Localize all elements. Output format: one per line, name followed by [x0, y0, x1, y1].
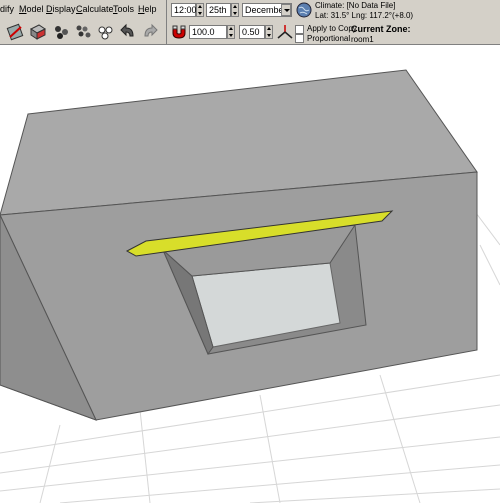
proportional-label: Proportional: [307, 34, 351, 43]
day-spinner[interactable]: [231, 3, 239, 17]
menu-help[interactable]: Help: [138, 4, 157, 14]
step-spinner[interactable]: [265, 25, 273, 39]
menu-calculate[interactable]: Calculate: [76, 4, 114, 14]
current-zone-heading: Current Zone:: [351, 24, 411, 34]
menu-display[interactable]: Display: [46, 4, 76, 14]
application-toolbar-area: dify Model Display Calculate Tools Help: [0, 0, 500, 44]
proportional-checkbox[interactable]: [295, 34, 304, 43]
cube-select-icon[interactable]: [28, 23, 48, 41]
3d-model-viewport[interactable]: [0, 44, 500, 503]
apply-to-copy-label: Apply to Copy: [307, 24, 357, 33]
menu-bar: dify Model Display Calculate Tools Help: [0, 0, 166, 20]
apply-to-copy-checkbox[interactable]: [295, 25, 304, 34]
menu-model[interactable]: Model: [19, 4, 44, 14]
axes-icon[interactable]: [276, 23, 294, 41]
time-field[interactable]: 12:00: [171, 3, 197, 17]
current-zone-name: room1: [351, 35, 374, 44]
magnet-icon[interactable]: [170, 24, 188, 40]
time-spinner[interactable]: [196, 3, 204, 17]
tools-toolbar: [0, 20, 166, 44]
control-panel: 12:00 25th December Climate: [No Data Fi…: [166, 0, 500, 44]
group-icon[interactable]: [74, 23, 94, 41]
climate-label: Climate: [No Data File]: [315, 1, 396, 10]
scale-spinner[interactable]: [227, 25, 235, 39]
location-label: Lat: 31.5° Lng: 117.2°(+8.0): [315, 11, 414, 20]
undo-icon[interactable]: [118, 23, 138, 41]
menu-modify[interactable]: dify: [0, 4, 14, 14]
globe-icon[interactable]: [296, 2, 312, 18]
redo-icon[interactable]: [140, 23, 160, 41]
transform-icon[interactable]: [52, 23, 72, 41]
chevron-down-icon[interactable]: [281, 4, 291, 16]
day-field[interactable]: 25th: [206, 3, 231, 17]
edit-icon[interactable]: [6, 23, 26, 41]
menu-tools[interactable]: Tools: [113, 4, 134, 14]
lights-icon[interactable]: [96, 23, 116, 41]
step-field[interactable]: 0.50: [239, 25, 265, 39]
scale-field[interactable]: 100.0: [189, 25, 227, 39]
